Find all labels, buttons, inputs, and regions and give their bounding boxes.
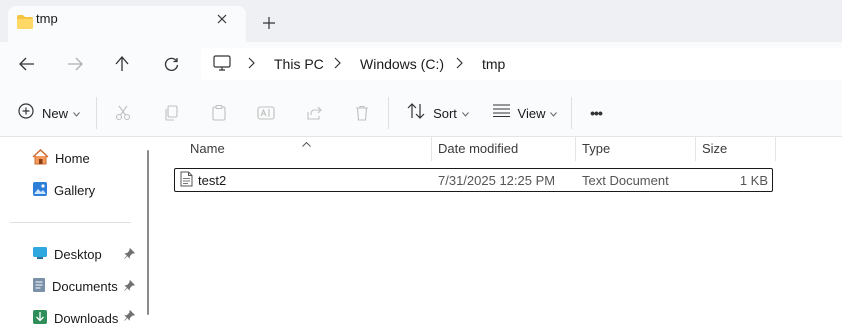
home-icon [32, 148, 49, 168]
sidebar-item-gallery[interactable]: Gallery [32, 178, 95, 202]
sidebar-item-documents[interactable]: Documents [32, 274, 118, 298]
toolbar-divider [388, 97, 389, 129]
chevron-down-icon [73, 104, 80, 122]
cut-icon[interactable] [110, 97, 136, 129]
column-divider[interactable] [575, 137, 576, 161]
share-icon[interactable] [301, 97, 327, 129]
downloads-icon [32, 309, 48, 328]
up-arrow-icon[interactable] [107, 49, 137, 79]
new-button[interactable]: New [14, 97, 84, 129]
sidebar-item-label: Downloads [54, 310, 119, 326]
breadcrumb-windows-c[interactable]: Windows (C:) [360, 56, 444, 72]
file-date-modified: 7/31/2025 12:25 PM [438, 173, 556, 188]
sidebar-divider [10, 222, 131, 223]
chevron-down-icon [550, 104, 558, 122]
column-divider[interactable] [431, 137, 432, 161]
column-header-date-modified[interactable]: Date modified [438, 141, 518, 156]
folder-icon [17, 15, 33, 34]
view-icon [492, 104, 510, 122]
pin-icon[interactable] [124, 309, 136, 324]
chevron-down-icon [462, 104, 469, 122]
gallery-icon [32, 181, 48, 200]
sidebar-item-downloads[interactable]: Downloads [32, 306, 118, 330]
back-arrow-icon[interactable] [12, 49, 42, 79]
sidebar-item-home[interactable]: Home [32, 146, 90, 170]
new-label: New [41, 105, 68, 121]
sidebar-item-desktop[interactable]: Desktop [32, 242, 102, 266]
sidebar-item-label: Home [55, 150, 90, 166]
delete-icon[interactable] [349, 97, 375, 129]
add-circle-icon [18, 102, 34, 124]
chevron-right-icon [248, 56, 256, 75]
column-header-name[interactable]: Name [190, 141, 225, 156]
sidebar-item-label: Desktop [54, 246, 102, 262]
sort-ascending-icon [302, 134, 311, 152]
sidebar-item-label: Documents [52, 278, 118, 294]
refresh-icon[interactable] [156, 49, 186, 79]
plus-icon[interactable] [258, 12, 280, 34]
column-divider[interactable] [775, 137, 776, 161]
monitor-icon [213, 55, 231, 76]
close-icon[interactable] [211, 8, 233, 30]
rename-icon[interactable] [253, 97, 279, 129]
documents-icon [32, 277, 46, 296]
chevron-right-icon [334, 56, 342, 75]
breadcrumb-tmp[interactable]: tmp [482, 56, 505, 72]
pin-icon[interactable] [124, 279, 136, 294]
file-size: 1 KB [739, 173, 768, 188]
pin-icon[interactable] [124, 247, 136, 262]
tab-title: tmp [36, 11, 58, 26]
sidebar-scrollbar[interactable] [147, 150, 149, 315]
forward-arrow-icon[interactable] [60, 49, 90, 79]
column-header-type[interactable]: Type [582, 141, 610, 156]
more-options-button[interactable]: ••• [582, 97, 610, 129]
sidebar-item-label: Gallery [54, 182, 96, 198]
desktop-icon [32, 246, 48, 263]
column-divider[interactable] [695, 137, 696, 161]
column-header-size[interactable]: Size [702, 141, 727, 156]
toolbar-divider [96, 97, 97, 129]
paste-icon[interactable] [206, 97, 232, 129]
breadcrumb-this-pc[interactable]: This PC [274, 56, 324, 72]
view-button[interactable]: View [490, 97, 560, 129]
more-icon: ••• [590, 105, 603, 121]
file-type: Text Document [582, 173, 669, 188]
chevron-right-icon [456, 56, 464, 75]
view-label: View [517, 105, 546, 121]
file-name[interactable]: test2 [198, 173, 226, 188]
sort-icon [407, 102, 425, 124]
copy-icon[interactable] [158, 97, 184, 129]
text-file-icon [180, 171, 193, 192]
sort-button[interactable]: Sort [402, 97, 474, 129]
toolbar-divider [571, 97, 572, 129]
sort-label: Sort [433, 105, 457, 121]
